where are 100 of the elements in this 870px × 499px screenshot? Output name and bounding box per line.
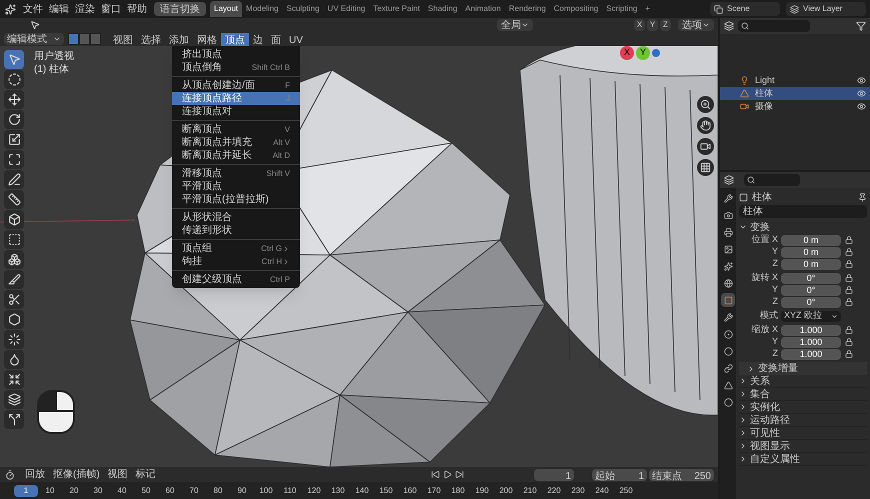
view-layer-field[interactable]: View Layer	[786, 2, 866, 16]
tool-button[interactable]	[4, 390, 24, 409]
number-field[interactable]: 0°	[781, 284, 841, 296]
axis-toggle[interactable]: Y	[647, 19, 658, 31]
search-field[interactable]	[744, 174, 800, 186]
menu-button[interactable]: 视图	[109, 32, 137, 46]
section-header[interactable]: 自定义属性	[739, 453, 867, 466]
tool-button[interactable]	[4, 350, 24, 369]
menu-item[interactable]: 从形状混合	[172, 211, 300, 224]
menu-button[interactable]: UV	[285, 32, 307, 46]
menu-button[interactable]: 顶点	[221, 32, 249, 46]
menu-item[interactable]: 断离顶点并延长 Alt D	[172, 149, 300, 162]
menu-button[interactable]: 文件	[20, 2, 46, 16]
section-header[interactable]: 集合	[739, 388, 867, 401]
workspace-tab[interactable]: UV Editing	[323, 1, 370, 17]
tool-button[interactable]	[4, 70, 24, 89]
tool-button[interactable]	[4, 150, 24, 169]
menu-button[interactable]: 选择	[137, 32, 165, 46]
workspace-tab[interactable]: Modeling	[242, 1, 282, 17]
tool-button[interactable]	[4, 290, 24, 309]
tool-button[interactable]	[4, 90, 24, 109]
tool-button[interactable]	[4, 50, 24, 69]
number-field[interactable]: 0°	[781, 296, 841, 308]
workspace-tab[interactable]: Compositing	[550, 1, 602, 17]
menu-button[interactable]: 网格	[193, 32, 221, 46]
section-header[interactable]: 关系	[739, 375, 867, 388]
menu-item[interactable]: 顶点倒角 Shift Ctrl B	[172, 61, 300, 74]
tool-button[interactable]	[4, 190, 24, 209]
current-frame-field[interactable]: 1	[534, 468, 574, 480]
tool-button[interactable]	[4, 270, 24, 289]
menu-button[interactable]: 抠像(插帧)	[49, 467, 104, 482]
menu-button[interactable]: 回放	[21, 467, 49, 482]
section-header[interactable]: 变换增量	[739, 362, 867, 375]
menu-button[interactable]: 窗口	[98, 2, 124, 16]
number-field[interactable]: 1.000	[781, 324, 841, 336]
section-header[interactable]: 变换	[739, 220, 867, 234]
tool-button[interactable]	[4, 310, 24, 329]
mode-dropdown[interactable]: XYZ 欧拉	[781, 310, 841, 322]
tool-button[interactable]	[4, 130, 24, 149]
menu-item[interactable]: 从顶点创建边/面 F	[172, 79, 300, 92]
workspace-tab[interactable]: Layout	[210, 1, 242, 17]
menu-item[interactable]: 连接顶点对	[172, 105, 300, 118]
workspace-tab[interactable]: +	[641, 1, 654, 17]
menu-button[interactable]: 标记	[132, 467, 160, 482]
menu-button[interactable]: 视图	[104, 467, 132, 482]
start-frame-field[interactable]: 起始 1	[592, 468, 647, 480]
menu-button[interactable]: 编辑	[46, 2, 72, 16]
section-header[interactable]: 实例化	[739, 401, 867, 414]
mode-dropdown[interactable]: 编辑模式	[4, 33, 64, 45]
scene-field[interactable]: Scene	[710, 2, 780, 16]
tool-button[interactable]	[4, 230, 24, 249]
menu-item[interactable]: 平滑顶点	[172, 180, 300, 193]
number-field[interactable]: 0 m	[781, 258, 841, 270]
menu-item[interactable]: 平滑顶点(拉普拉斯)	[172, 193, 300, 206]
menu-item[interactable]: 断离顶点并填充 Alt V	[172, 136, 300, 149]
section-header[interactable]: 视图显示	[739, 440, 867, 453]
workspace-tab[interactable]: Scripting	[602, 1, 642, 17]
object-name-field[interactable]: 柱体	[739, 205, 867, 218]
menu-item[interactable]: 滑移顶点 Shift V	[172, 167, 300, 180]
menu-item[interactable]: 连接顶点路径 J	[172, 92, 300, 105]
menu-button[interactable]: 添加	[165, 32, 193, 46]
number-field[interactable]: 0 m	[781, 246, 841, 258]
outliner-row[interactable]: 摄像	[720, 100, 870, 113]
workspace-tab[interactable]: Shading	[424, 1, 462, 17]
menu-item[interactable]: 挤出顶点	[172, 48, 300, 61]
select-mode-button[interactable]	[68, 33, 79, 45]
menu-button[interactable]: 面	[267, 32, 285, 46]
options-dropdown[interactable]: 选项	[678, 19, 714, 31]
orientation-dropdown[interactable]: 全局	[497, 19, 533, 31]
tool-button[interactable]	[4, 250, 24, 269]
menu-item[interactable]: 顶点组 Ctrl G	[172, 242, 300, 255]
tool-button[interactable]	[4, 170, 24, 189]
workspace-tab[interactable]: Rendering	[504, 1, 550, 17]
end-frame-field[interactable]: 结束点 250	[649, 468, 714, 480]
properties-tab[interactable]	[721, 293, 735, 307]
menu-item[interactable]: 创建父级顶点 Ctrl P	[172, 273, 300, 286]
menu-button[interactable]: 渲染	[72, 2, 98, 16]
outliner-row[interactable]: 柱体	[720, 87, 870, 100]
tool-button[interactable]	[4, 330, 24, 349]
number-field[interactable]: 1.000	[781, 336, 841, 348]
workspace-tab[interactable]: Texture Paint	[369, 1, 424, 17]
menu-item[interactable]: 断离顶点 V	[172, 123, 300, 136]
tool-button[interactable]	[4, 370, 24, 389]
tool-button[interactable]	[4, 110, 24, 129]
workspace-tab[interactable]: Sculpting	[282, 1, 324, 17]
tool-button[interactable]	[4, 410, 24, 429]
menu-button[interactable]: 帮助	[124, 2, 150, 16]
number-field[interactable]: 0 m	[781, 234, 841, 246]
axis-toggle[interactable]: X	[634, 19, 645, 31]
menu-button[interactable]: 边	[249, 32, 267, 46]
tool-button[interactable]	[4, 210, 24, 229]
section-header[interactable]: 运动路径	[739, 414, 867, 427]
section-header[interactable]: 可见性	[739, 427, 867, 440]
outliner-row[interactable]: Light	[720, 74, 870, 87]
menu-item[interactable]: 传递到形状	[172, 224, 300, 237]
workspace-tab[interactable]: Animation	[461, 1, 505, 17]
menu-item[interactable]: 钩挂 Ctrl H	[172, 255, 300, 268]
number-field[interactable]: 1.000	[781, 348, 841, 360]
search-field[interactable]	[738, 20, 810, 32]
language-button[interactable]: 语言切换	[154, 2, 206, 16]
